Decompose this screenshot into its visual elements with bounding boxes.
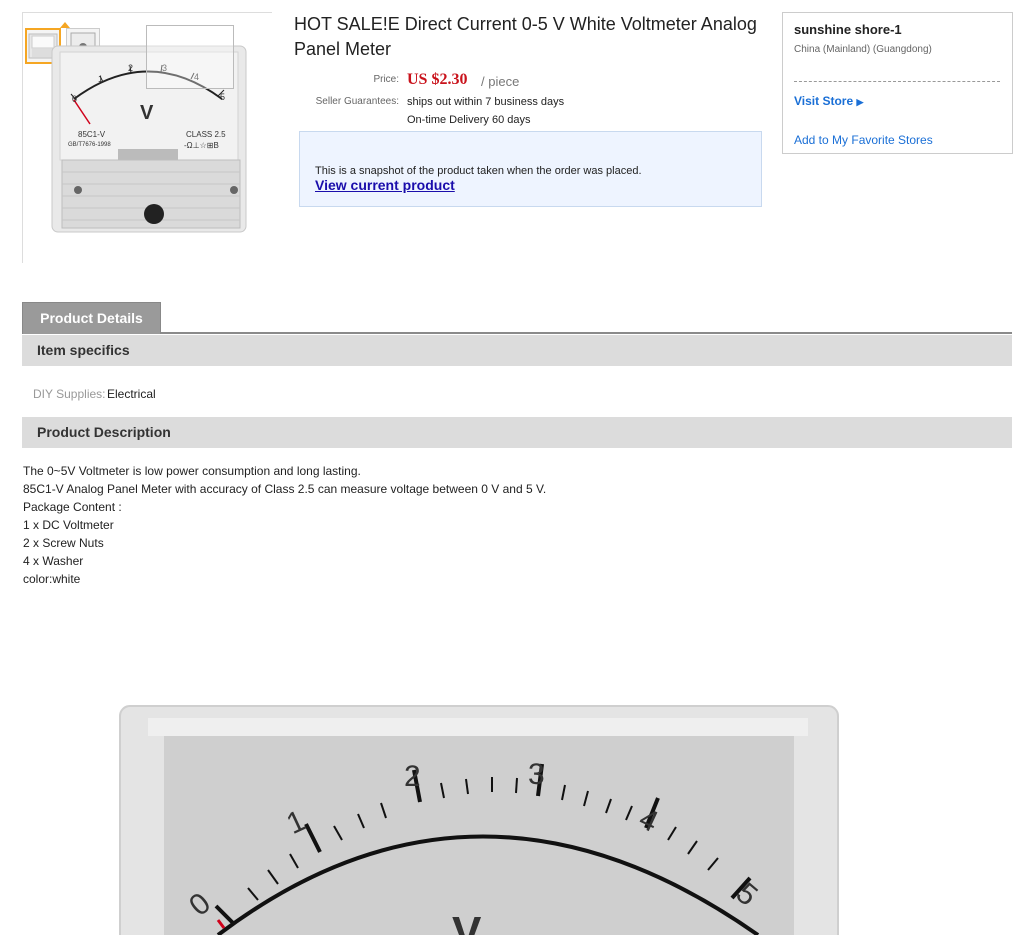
guarantee-delivery: On-time Delivery 60 days [407,114,531,126]
description-image: 0 1 2 3 4 5 V [118,698,840,935]
gallery-scale-5: 5 [220,92,226,102]
spec-label-diy-supplies: DIY Supplies: [33,387,106,401]
item-specifics-header: Item specifics [22,335,1012,366]
spec-value-diy-supplies: Electrical [107,387,156,401]
snapshot-message: This is a snapshot of the product taken … [315,165,642,177]
big-unit-label: V [452,908,482,935]
gallery-model-label: 85C1-V [78,130,106,139]
visit-store-link[interactable]: Visit Store ▶ [794,94,863,108]
description-line: 1 x DC Voltmeter [23,518,114,532]
description-line: 2 x Screw Nuts [23,536,104,550]
product-description-header: Product Description [22,417,1012,448]
gallery-unit-label: V [140,102,154,124]
price-value: US $2.30 [407,71,468,88]
gallery-scale-2: 2 [128,63,134,73]
gallery-class-label: CLASS 2.5 [186,130,226,139]
price-unit: / piece [481,74,520,89]
product-title: HOT SALE!E Direct Current 0-5 V White Vo… [294,14,757,59]
price-label: Price: [373,74,399,85]
gallery-standard-label: GB/T7676-1998 [68,142,111,148]
gallery-scale-0: 0 [72,94,78,104]
description-line: 4 x Washer [23,554,84,568]
big-scale-2: 2 [404,760,421,793]
add-favorite-store-link[interactable]: Add to My Favorite Stores [794,133,933,147]
tab-product-details[interactable]: Product Details [22,302,161,334]
zoom-lens[interactable] [146,25,234,89]
item-specifics-title: Item specifics [37,342,130,358]
caret-right-icon: ▶ [856,97,864,107]
description-line: The 0~5V Voltmeter is low power consumpt… [23,464,361,478]
gallery-scale-1: 1 [98,74,104,84]
product-description-title: Product Description [37,424,171,440]
store-location: China (Mainland) (Guangdong) [794,44,932,55]
description-line: 85C1-V Analog Panel Meter with accuracy … [23,482,547,496]
snapshot-notice-text: This is a snapshot of the product taken … [315,164,655,194]
description-line: color:white [23,572,81,586]
guarantee-label: Seller Guarantees: [315,96,399,107]
tab-bar-underline [22,332,1012,334]
visit-store-label: Visit Store [794,94,854,108]
description-line: Package Content : [23,500,122,514]
view-current-product-link[interactable]: View current product [315,177,455,193]
store-divider [794,81,1000,82]
gallery-symbols-label: -Ω⊥☆⊞B [184,141,219,150]
big-scale-3: 3 [528,758,545,791]
store-name[interactable]: sunshine shore-1 [794,22,902,37]
guarantee-shipping: ships out within 7 business days [407,96,565,108]
